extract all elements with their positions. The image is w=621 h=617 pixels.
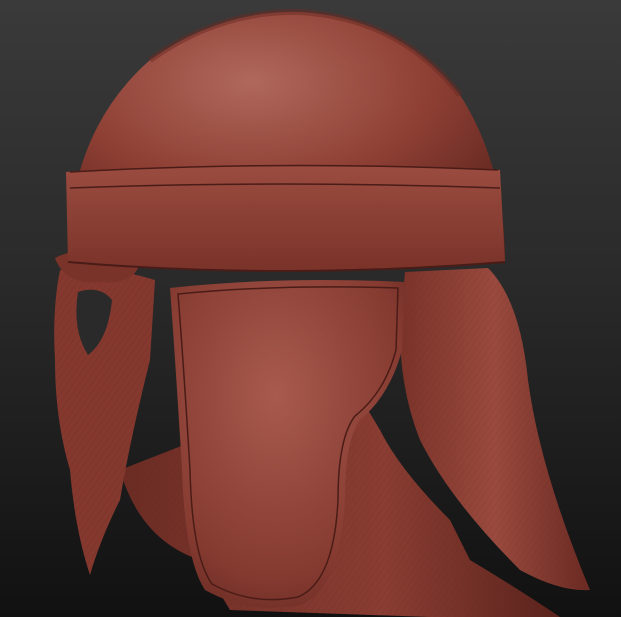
helmet-render xyxy=(54,8,590,617)
helmet-band xyxy=(66,165,505,271)
sculpt-viewport xyxy=(0,0,621,617)
